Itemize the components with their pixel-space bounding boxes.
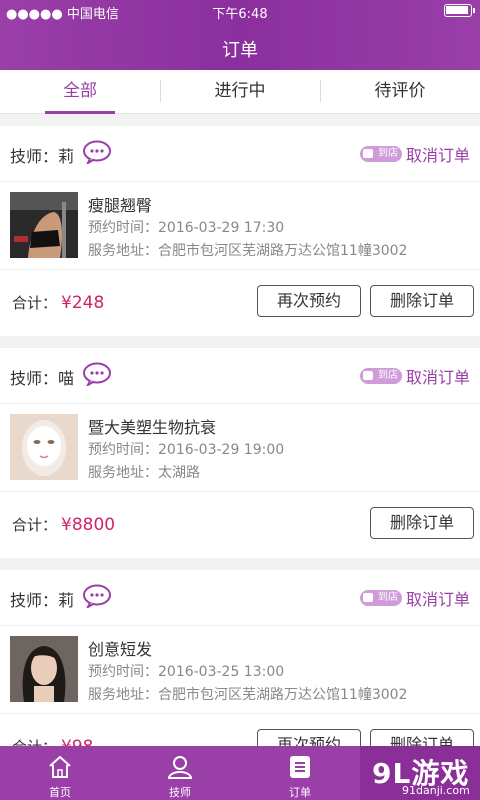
appointment-time: 预约时间：2016-03-29 19:00 xyxy=(88,442,285,458)
watermark-site: 91danji.com xyxy=(402,784,470,797)
appointment-time: 预约时间：2016-03-25 13:00 xyxy=(88,664,285,680)
service-address: 服务地址：太湖路 xyxy=(88,465,200,481)
store-badge: 到店 xyxy=(360,590,402,606)
chat-icon[interactable] xyxy=(82,584,112,608)
tab-to-review[interactable]: 待评价 xyxy=(320,70,480,113)
rebook-button[interactable]: 再次预约 xyxy=(257,729,361,746)
chat-icon[interactable] xyxy=(82,362,112,386)
technician-name: 技师：莉 xyxy=(10,591,75,610)
cancel-order-button[interactable]: 取消订单 xyxy=(406,364,470,388)
bottom-tab-bar: 首页 技师 订单 9L游戏 91danji.com xyxy=(0,746,480,800)
order-list[interactable]: 技师：莉 到店 取消订单 瘦腿翘臀 预约时间：2016-03-29 17:30 … xyxy=(0,114,480,746)
order-header: 技师：莉 到店 取消订单 xyxy=(0,570,480,626)
order-total: 合计： ¥98 xyxy=(12,736,93,746)
product-image xyxy=(10,192,78,258)
delete-order-button[interactable]: 删除订单 xyxy=(370,729,474,746)
order-footer: 合计： ¥248 再次预约 删除订单 xyxy=(0,270,480,336)
order-total: 合计： ¥248 xyxy=(12,292,104,313)
technician-name: 技师：莉 xyxy=(10,147,75,166)
order-card: 技师：莉 到店 取消订单 创意短发 预约时间：2016-03-25 13:00 … xyxy=(0,570,480,746)
service-address: 服务地址：合肥市包河区芜湖路万达公馆11幢3002 xyxy=(88,243,408,259)
order-footer: 合计： ¥8800 删除订单 xyxy=(0,492,480,558)
delete-order-button[interactable]: 删除订单 xyxy=(370,507,474,539)
total-label: 合计： xyxy=(12,516,58,534)
order-header: 技师：喵 到店 取消订单 xyxy=(0,348,480,404)
store-badge: 到店 xyxy=(360,146,402,162)
tabbar-item-orders[interactable]: 订单 xyxy=(240,746,360,800)
total-amount: ¥248 xyxy=(61,293,105,313)
product-name: 创意短发 xyxy=(88,640,153,659)
order-item[interactable]: 创意短发 预约时间：2016-03-25 13:00 服务地址：合肥市包河区芜湖… xyxy=(0,626,480,714)
tab-all[interactable]: 全部 xyxy=(0,70,160,114)
top-bar: ●●●●● 中国电信 下午6:48 订单 xyxy=(0,0,480,70)
home-icon xyxy=(49,755,71,778)
clock: 下午6:48 xyxy=(212,7,268,22)
order-footer: 合计： ¥98 再次预约 删除订单 xyxy=(0,714,480,746)
page-title: 订单 xyxy=(222,40,258,61)
total-label: 合计： xyxy=(12,738,57,746)
technician-name: 技师：喵 xyxy=(10,369,75,388)
battery-icon xyxy=(444,4,475,17)
store-badge: 到店 xyxy=(360,368,402,384)
total-label: 合计： xyxy=(12,294,58,312)
order-item[interactable]: 暨大美塑生物抗衰 预约时间：2016-03-29 19:00 服务地址：太湖路 xyxy=(0,404,480,492)
order-tabs: 全部 进行中 待评价 xyxy=(0,70,480,114)
cancel-order-button[interactable]: 取消订单 xyxy=(406,586,470,610)
order-total: 合计： ¥8800 xyxy=(12,514,115,535)
tabbar-item-technician[interactable]: 技师 xyxy=(120,746,240,800)
tabbar-label: 订单 xyxy=(289,786,311,799)
order-item[interactable]: 瘦腿翘臀 预约时间：2016-03-29 17:30 服务地址：合肥市包河区芜湖… xyxy=(0,182,480,270)
order-card: 技师：莉 到店 取消订单 瘦腿翘臀 预约时间：2016-03-29 17:30 … xyxy=(0,126,480,336)
technician-icon xyxy=(167,756,193,779)
product-name: 瘦腿翘臀 xyxy=(88,196,153,215)
product-name: 暨大美塑生物抗衰 xyxy=(88,418,217,437)
cancel-order-button[interactable]: 取消订单 xyxy=(406,142,470,166)
delete-order-button[interactable]: 删除订单 xyxy=(370,285,474,317)
product-image xyxy=(10,636,78,702)
order-card: 技师：喵 到店 取消订单 暨大美塑生物抗衰 预约时间：2016-03-29 19… xyxy=(0,348,480,558)
status-bar: ●●●●● 中国电信 下午6:48 xyxy=(0,0,480,22)
tabbar-label: 首页 xyxy=(49,786,71,799)
orders-icon xyxy=(290,756,310,778)
total-amount: ¥98 xyxy=(61,737,93,746)
tabbar-item-home[interactable]: 首页 xyxy=(0,746,120,800)
appointment-time: 预约时间：2016-03-29 17:30 xyxy=(88,220,285,236)
tab-in-progress[interactable]: 进行中 xyxy=(160,70,320,113)
order-header: 技师：莉 到店 取消订单 xyxy=(0,126,480,182)
watermark-logo: 9L游戏 91danji.com xyxy=(360,746,480,800)
product-image xyxy=(10,414,78,480)
chat-icon[interactable] xyxy=(82,140,112,164)
total-amount: ¥8800 xyxy=(61,515,116,535)
service-address: 服务地址：合肥市包河区芜湖路万达公馆11幢3002 xyxy=(88,687,408,703)
tabbar-label: 技师 xyxy=(169,786,191,799)
rebook-button[interactable]: 再次预约 xyxy=(257,285,361,317)
